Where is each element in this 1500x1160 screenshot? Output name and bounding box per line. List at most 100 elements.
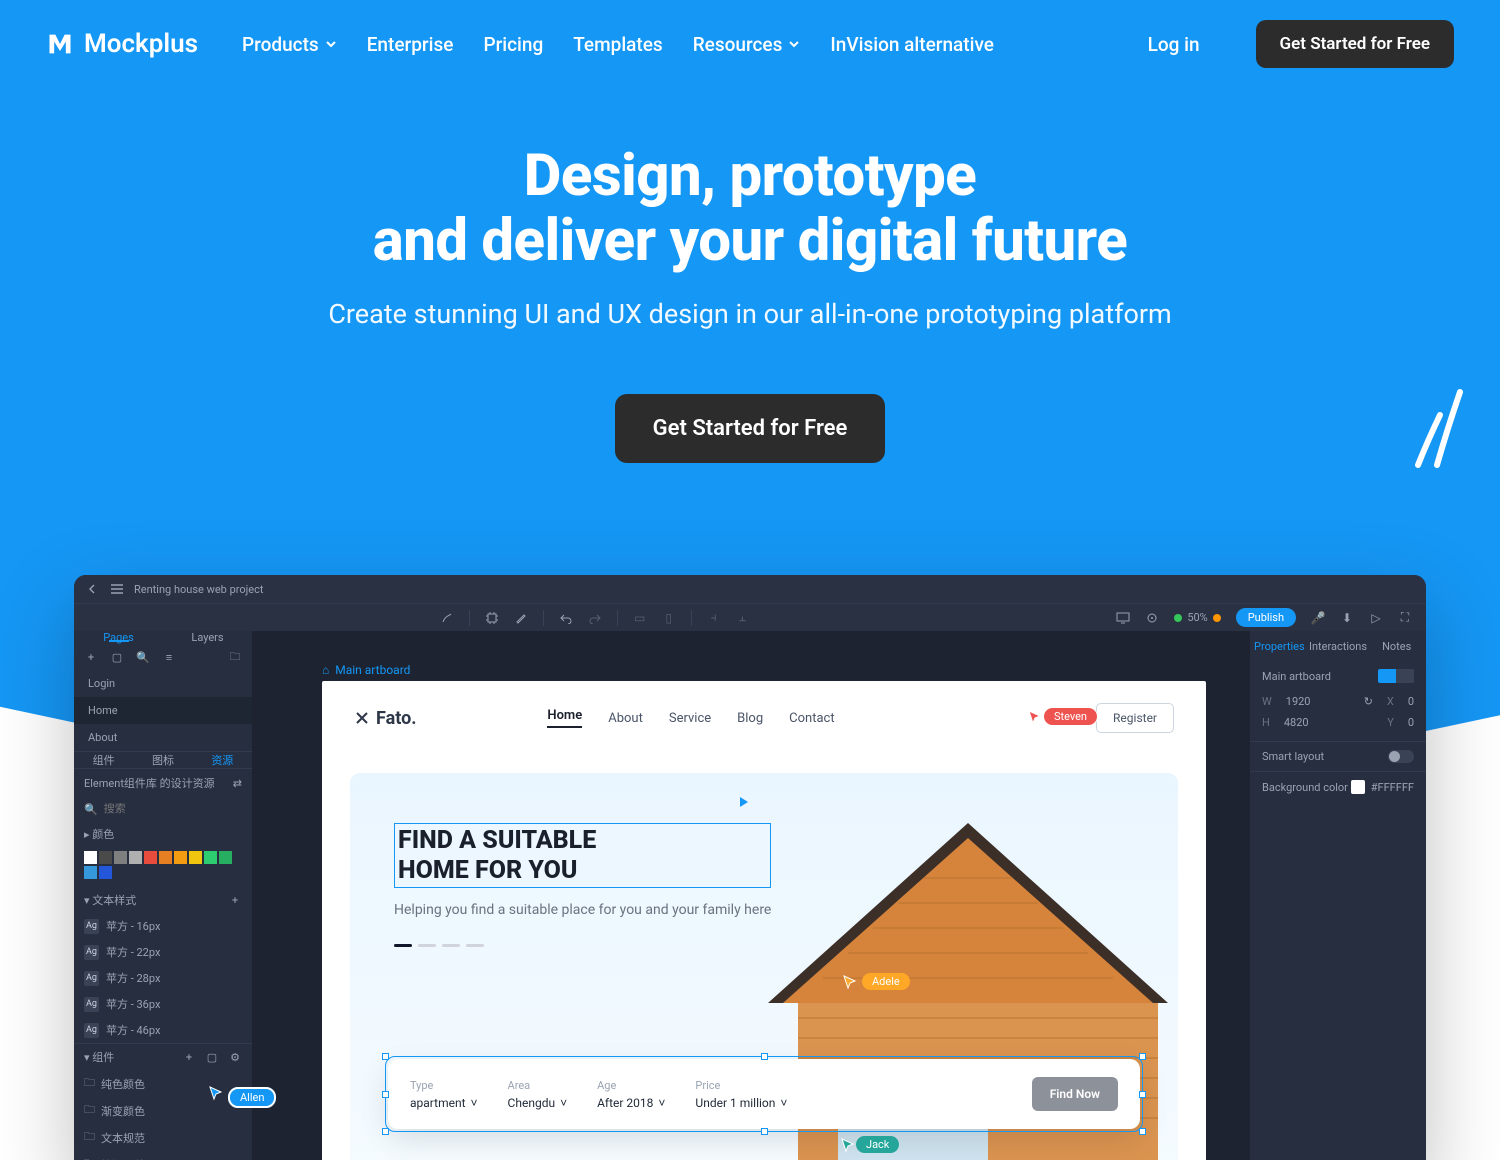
component-folder[interactable]: 🗀按钮规范 bbox=[74, 1151, 252, 1160]
orientation-toggle[interactable] bbox=[1378, 669, 1414, 683]
color-chip[interactable] bbox=[1351, 780, 1365, 794]
new-artboard-icon[interactable]: ▢ bbox=[110, 650, 124, 664]
zoom-indicator[interactable]: 50% bbox=[1174, 611, 1220, 624]
gear-icon[interactable]: ⚙ bbox=[228, 1050, 242, 1064]
fato-nav-service[interactable]: Service bbox=[669, 711, 711, 726]
nav-invision[interactable]: InVision alternative bbox=[830, 33, 994, 56]
align-h-icon[interactable]: ▭ bbox=[633, 611, 647, 625]
h-value[interactable]: 4820 bbox=[1284, 716, 1309, 729]
text-style-item[interactable]: Ag苹方 - 28px bbox=[74, 965, 252, 991]
tab-notes[interactable]: Notes bbox=[1367, 631, 1426, 661]
publish-button[interactable]: Publish bbox=[1236, 608, 1296, 627]
fato-nav-about[interactable]: About bbox=[608, 711, 643, 726]
tab-components[interactable]: 组件 bbox=[74, 752, 133, 768]
pencil-icon[interactable] bbox=[514, 611, 528, 625]
component-folder[interactable]: 🗀文本规范 bbox=[74, 1124, 252, 1151]
expand-icon[interactable]: ⛶ bbox=[1398, 611, 1412, 625]
x-value[interactable]: 0 bbox=[1408, 695, 1414, 708]
artboard-label[interactable]: ⌂ Main artboard bbox=[322, 663, 410, 677]
hero-cta-button[interactable]: Get Started for Free bbox=[615, 394, 886, 463]
bg-color-value[interactable]: #FFFFFF bbox=[1371, 781, 1414, 794]
w-value[interactable]: 1920 bbox=[1286, 695, 1311, 708]
menu-icon[interactable] bbox=[110, 582, 124, 596]
fato-nav-contact[interactable]: Contact bbox=[789, 711, 834, 726]
tab-resources[interactable]: 资源 bbox=[193, 752, 252, 768]
back-icon[interactable] bbox=[86, 582, 100, 596]
color-swatch[interactable] bbox=[204, 851, 217, 864]
undo-icon[interactable] bbox=[559, 611, 573, 625]
text-style-item[interactable]: Ag苹方 - 22px bbox=[74, 939, 252, 965]
color-swatch[interactable] bbox=[174, 851, 187, 864]
color-swatch[interactable] bbox=[189, 851, 202, 864]
field-price[interactable]: Price Under 1 million˅ bbox=[695, 1079, 787, 1110]
color-swatch[interactable] bbox=[144, 851, 157, 864]
tab-pages[interactable]: Pages bbox=[74, 631, 163, 644]
tab-interactions[interactable]: Interactions bbox=[1309, 631, 1368, 661]
color-swatch[interactable] bbox=[84, 851, 97, 864]
nav-products[interactable]: Products bbox=[242, 33, 337, 56]
text-style-item[interactable]: Ag苹方 - 36px bbox=[74, 991, 252, 1017]
distribute-v-icon[interactable]: ⫠ bbox=[736, 611, 750, 625]
color-swatch[interactable] bbox=[84, 866, 97, 879]
y-value[interactable]: 0 bbox=[1408, 716, 1414, 729]
smart-layout-toggle[interactable] bbox=[1388, 750, 1414, 763]
distribute-h-icon[interactable]: ⫞ bbox=[707, 611, 721, 625]
archive-icon[interactable]: 🗀 bbox=[228, 650, 242, 664]
add-icon[interactable]: + bbox=[182, 1050, 196, 1064]
refresh-icon[interactable]: ↻ bbox=[1364, 695, 1373, 708]
fato-register-button[interactable]: Register bbox=[1096, 703, 1174, 733]
download-icon[interactable]: ⬇ bbox=[1340, 611, 1354, 625]
canvas[interactable]: Steven ⌂ Main artboard Fato. Home About bbox=[252, 631, 1250, 1160]
frame-icon[interactable] bbox=[485, 611, 499, 625]
tab-properties[interactable]: Properties bbox=[1250, 631, 1309, 661]
search-icon[interactable]: 🔍 bbox=[136, 650, 150, 664]
color-swatch[interactable] bbox=[99, 866, 112, 879]
mic-icon[interactable]: 🎤 bbox=[1311, 611, 1325, 625]
pen-tool-icon[interactable] bbox=[440, 611, 454, 625]
nav-resources[interactable]: Resources bbox=[693, 33, 801, 56]
color-swatch[interactable] bbox=[159, 851, 172, 864]
fato-nav-home[interactable]: Home bbox=[547, 708, 582, 728]
section-components[interactable]: ▾ 组件 + ▢ ⚙ bbox=[74, 1043, 252, 1070]
redo-icon[interactable] bbox=[588, 611, 602, 625]
artboard[interactable]: Fato. Home About Service Blog Contact Lo… bbox=[322, 681, 1206, 1160]
add-icon[interactable]: + bbox=[228, 893, 242, 907]
color-swatch[interactable] bbox=[114, 851, 127, 864]
field-age[interactable]: Age After 2018˅ bbox=[597, 1079, 665, 1110]
section-text-styles[interactable]: ▾ 文本样式 + bbox=[74, 887, 252, 913]
text-style-item[interactable]: Ag苹方 - 46px bbox=[74, 1017, 252, 1043]
nav-pricing[interactable]: Pricing bbox=[483, 33, 543, 56]
page-about[interactable]: About bbox=[74, 724, 252, 751]
login-link[interactable]: Log in bbox=[1148, 33, 1200, 56]
section-colors[interactable]: ▸ 颜色 bbox=[74, 821, 252, 847]
nav-enterprise[interactable]: Enterprise bbox=[367, 33, 454, 56]
text-style-item[interactable]: Ag苹方 - 16px bbox=[74, 913, 252, 939]
device-icon[interactable] bbox=[1116, 611, 1130, 625]
color-swatch[interactable] bbox=[129, 851, 142, 864]
field-area[interactable]: Area Chengdu˅ bbox=[508, 1079, 568, 1110]
target-icon[interactable] bbox=[1145, 611, 1159, 625]
tab-layers[interactable]: Layers bbox=[163, 631, 252, 644]
add-icon[interactable]: + bbox=[84, 650, 98, 664]
find-now-button[interactable]: Find Now bbox=[1032, 1077, 1118, 1111]
pagination-dots[interactable] bbox=[394, 944, 771, 947]
list-icon[interactable]: ≡ bbox=[162, 650, 176, 664]
color-swatch[interactable] bbox=[99, 851, 112, 864]
fato-nav-blog[interactable]: Blog bbox=[737, 711, 763, 726]
brand-logo[interactable]: Mockplus bbox=[46, 29, 198, 59]
color-swatch[interactable] bbox=[219, 851, 232, 864]
tab-icons[interactable]: 图标 bbox=[133, 752, 192, 768]
align-v-icon[interactable]: ▯ bbox=[662, 611, 676, 625]
asset-search-input[interactable] bbox=[104, 803, 246, 815]
component-folder[interactable]: 🗀纯色颜色 bbox=[74, 1070, 252, 1097]
nav-templates[interactable]: Templates bbox=[573, 33, 662, 56]
field-type[interactable]: Type apartment˅ bbox=[410, 1079, 478, 1110]
new-folder-icon[interactable]: ▢ bbox=[205, 1050, 219, 1064]
page-home[interactable]: Home bbox=[74, 697, 252, 724]
page-login[interactable]: Login bbox=[74, 670, 252, 697]
search-card-selection[interactable]: Type apartment˅ Area Chengdu˅ Age After … bbox=[388, 1059, 1140, 1129]
nav-cta-button[interactable]: Get Started for Free bbox=[1256, 20, 1454, 68]
play-icon[interactable]: ▷ bbox=[1369, 611, 1383, 625]
fato-headline-selected[interactable]: FIND A SUITABLE HOME FOR YOU bbox=[394, 823, 771, 888]
library-line[interactable]: Element组件库 的设计资源 ⇄ bbox=[74, 769, 252, 797]
